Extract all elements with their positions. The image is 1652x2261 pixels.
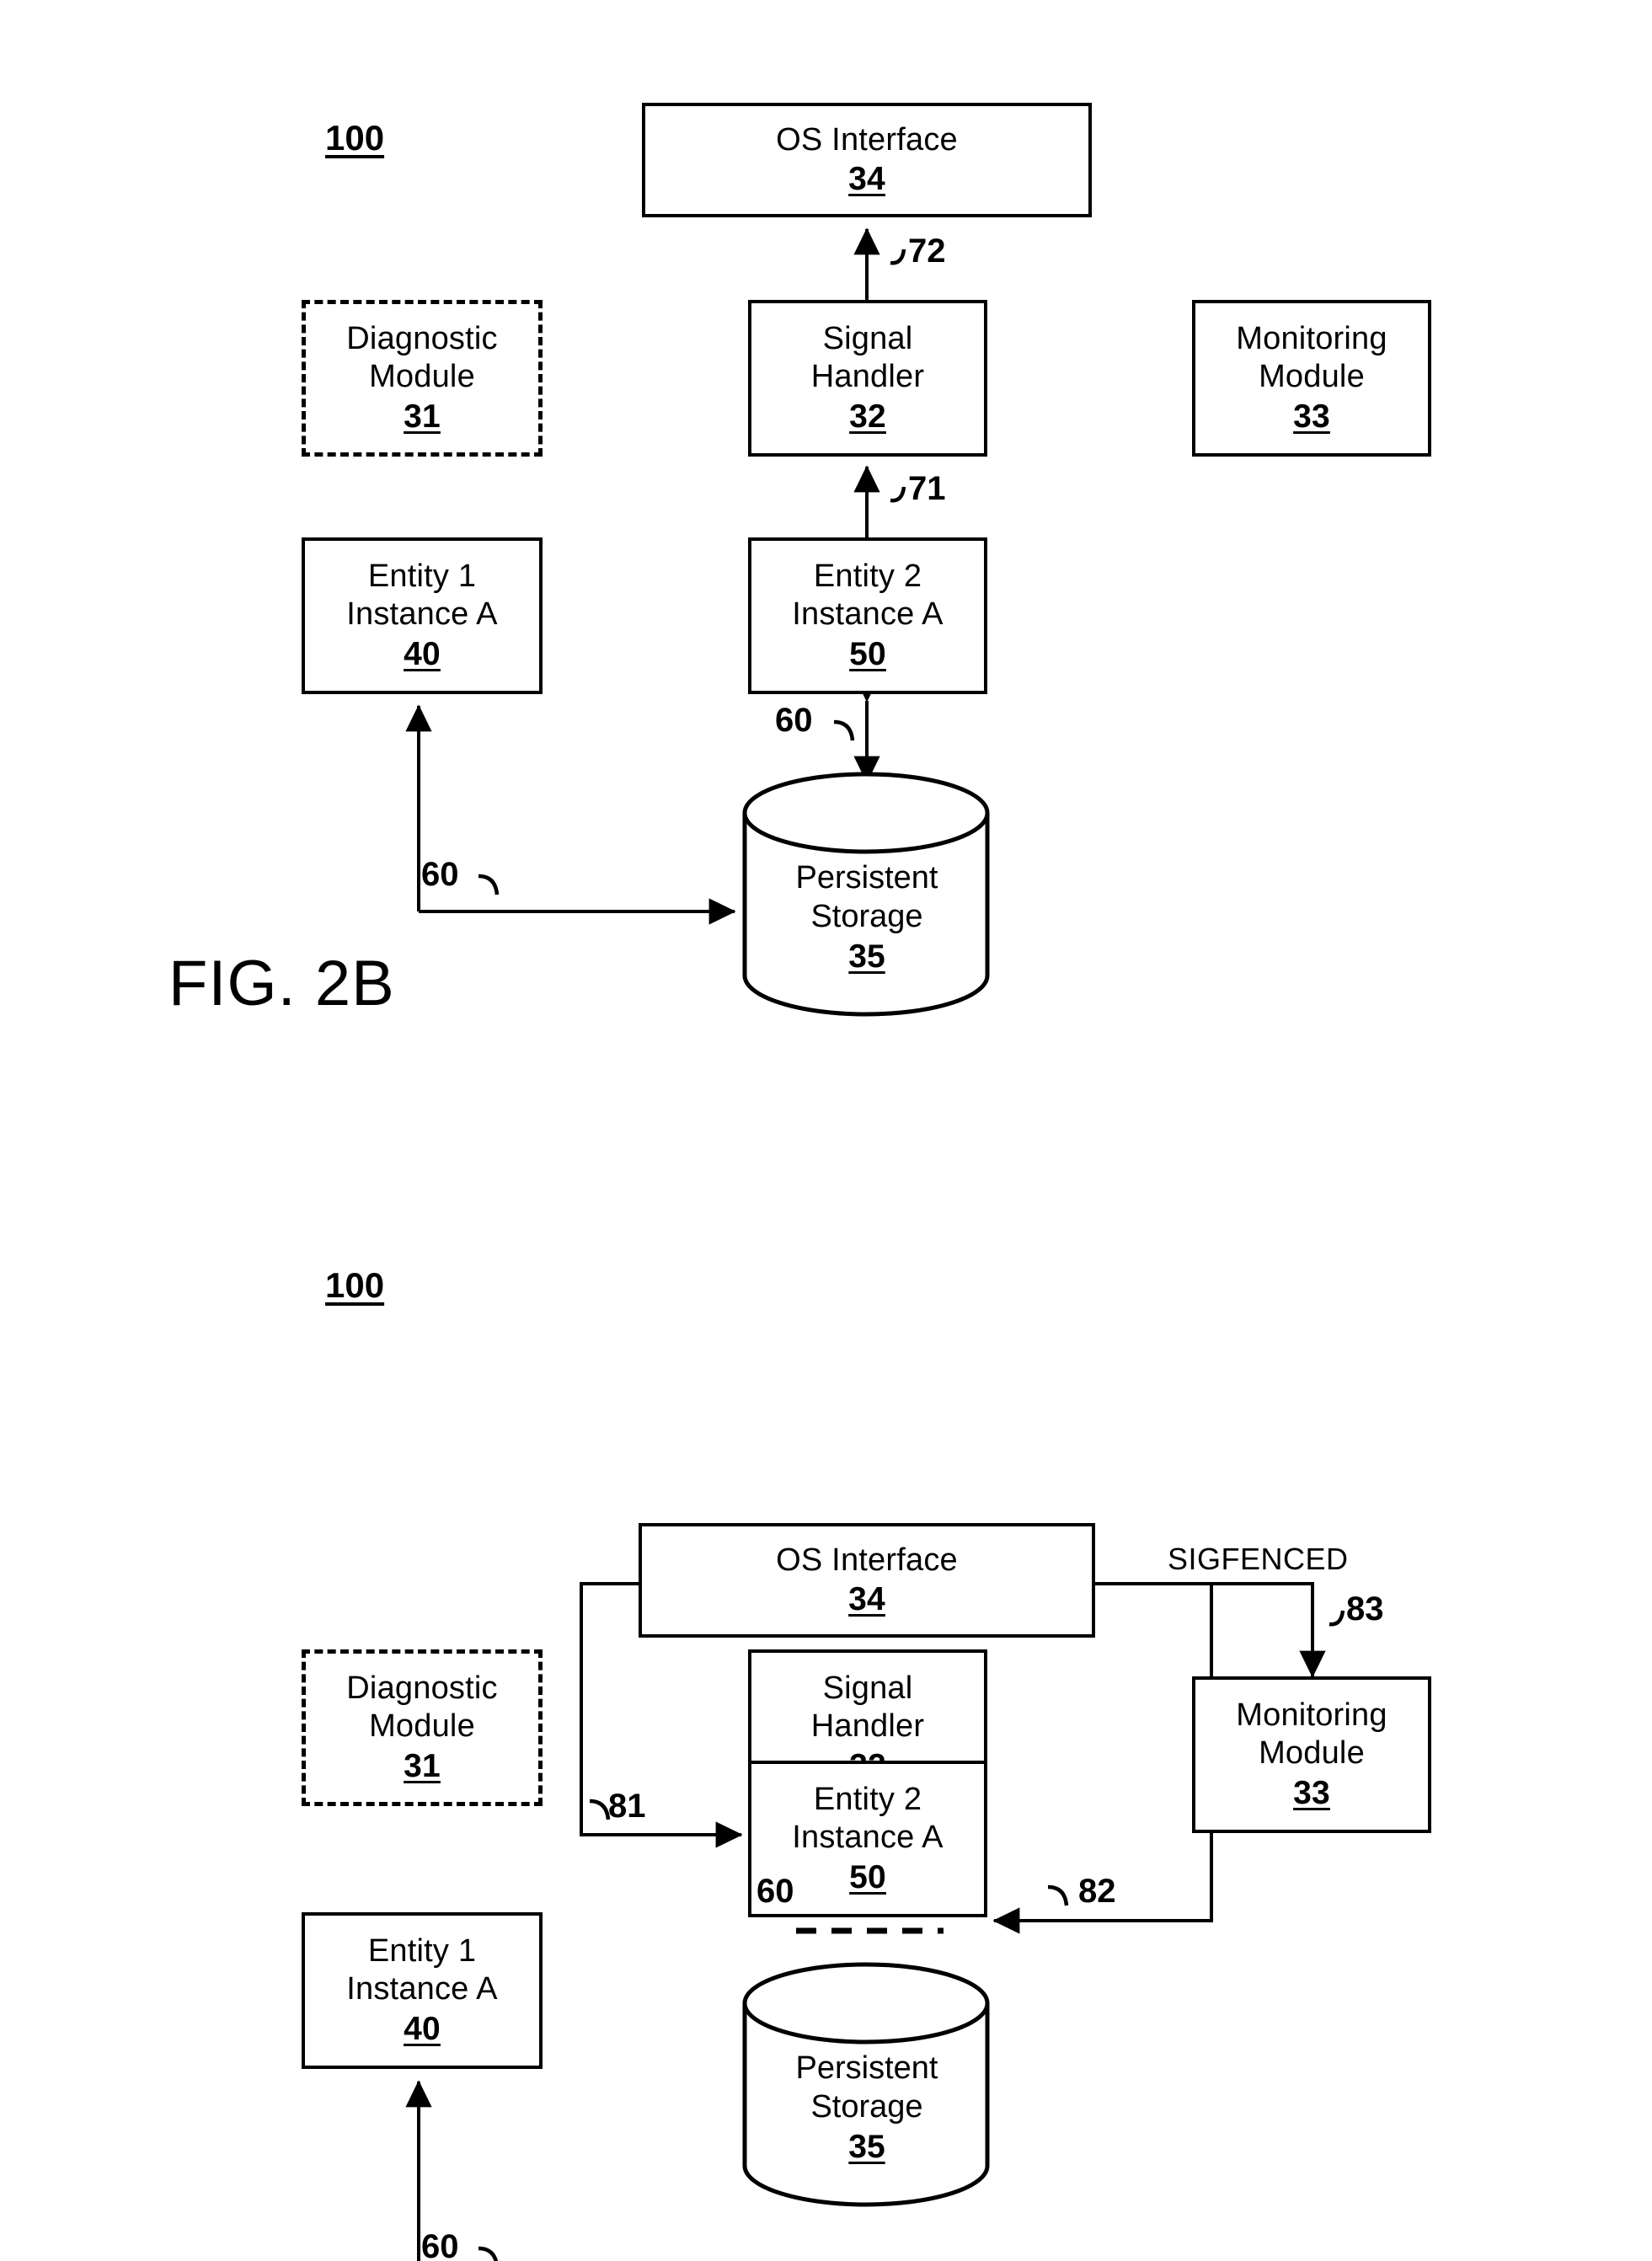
monitoring-module-ref-2c: 33 [1293, 1774, 1330, 1811]
entity1-line1: Entity 1 [367, 559, 477, 595]
node-persistent-storage-2c: Persistent Storage 35 [745, 1965, 989, 2206]
monitoring-module-line2-2c: Module [1259, 1735, 1365, 1771]
system-label-100-2c: 100 [325, 1265, 385, 1305]
figure-caption-2b: FIG. 2B [168, 948, 395, 1019]
entity1-ref: 40 [404, 635, 441, 672]
monitoring-module-ref: 33 [1293, 398, 1330, 435]
node-diagnostic-module: Diagnostic Module 31 [302, 300, 543, 457]
entity2-line1-2c: Entity 2 [813, 1782, 922, 1818]
entity1-line2: Instance A [346, 596, 498, 632]
entity1-line2-2c: Instance A [346, 1970, 498, 2007]
connector-label-72: 72 [908, 233, 946, 270]
system-label-100: 100 [325, 118, 385, 158]
entity1-ref-2c: 40 [404, 2010, 441, 2047]
leader-line-60-entity1 [478, 874, 500, 895]
os-interface-title-2c: OS Interface [776, 1542, 958, 1578]
connector-label-81: 81 [608, 1788, 646, 1825]
leader-line-81 [589, 1799, 611, 1820]
signal-handler-line2-2c: Handler [810, 1708, 925, 1744]
persistent-storage-line1: Persistent [795, 860, 938, 895]
entity2-line2-2c: Instance A [792, 1819, 944, 1855]
node-diagnostic-module-2c: Diagnostic Module 31 [302, 1649, 543, 1806]
monitoring-module-line1: Monitoring [1236, 321, 1387, 357]
connector-label-60-storage-entity1: 60 [421, 856, 459, 893]
signal-handler-ref: 32 [849, 398, 886, 435]
connector-label-60-entity2-fence: 60 [756, 1873, 794, 1910]
node-os-interface: OS Interface 34 [642, 103, 1092, 217]
patent-figure-sheet: 100 OS Interface 34 72 Diagnostic Module… [0, 0, 1652, 2261]
os-interface-ref: 34 [848, 161, 885, 198]
diagnostic-module-line1-2c: Diagnostic [346, 1670, 498, 1707]
persistent-storage-line2-2c: Storage [810, 2088, 923, 2125]
node-monitoring-module-2c: Monitoring Module 33 [1192, 1676, 1431, 1833]
diagnostic-module-line2-2c: Module [369, 1708, 475, 1744]
node-monitoring-module: Monitoring Module 33 [1192, 300, 1431, 457]
leader-line-82 [1047, 1884, 1069, 1906]
figure-2b: 100 OS Interface 34 72 Diagnostic Module… [0, 0, 1652, 1129]
monitoring-module-line2: Module [1259, 358, 1365, 394]
entity2-line1: Entity 2 [813, 559, 922, 595]
connector-os-interface-to-monitoring-module [1092, 1582, 1326, 1678]
signal-handler-line1: Signal [822, 321, 913, 357]
connector-label-71: 71 [908, 470, 946, 507]
entity2-ref: 50 [849, 635, 886, 672]
leader-line-60-entity1-2c [478, 2246, 499, 2261]
diagnostic-module-ref-2c: 31 [404, 1747, 441, 1784]
node-entity2-instance-a: Entity 2 Instance A 50 [748, 537, 987, 694]
node-entity1-instance-a-2c: Entity 1 Instance A 40 [302, 1912, 543, 2069]
node-entity1-instance-a: Entity 1 Instance A 40 [302, 537, 543, 694]
connector-label-60-storage-entity1-2c: 60 [421, 2228, 459, 2261]
leader-line-72 [890, 249, 906, 265]
node-persistent-storage: Persistent Storage 35 [745, 775, 989, 1016]
signal-name-sigfenced: SIGFENCED [1168, 1542, 1349, 1576]
signal-handler-line2: Handler [810, 358, 925, 394]
os-interface-ref-2c: 34 [848, 1581, 885, 1618]
leader-line-71 [890, 486, 906, 503]
diagnostic-module-ref: 31 [404, 398, 441, 435]
entity2-ref-2c: 50 [849, 1858, 886, 1895]
connector-label-60-entity2-storage: 60 [775, 702, 813, 739]
diagnostic-module-line2: Module [369, 358, 475, 394]
persistent-storage-line1-2c: Persistent [795, 2050, 938, 2086]
entity1-line1-2c: Entity 1 [367, 1933, 477, 1970]
node-os-interface-2c: OS Interface 34 [639, 1523, 1095, 1638]
connector-label-83: 83 [1346, 1590, 1384, 1628]
leader-line-60-entity2 [833, 719, 855, 741]
figure-2c: 100 OS Interface 34 SIGFENCED 83 Diagnos… [0, 1129, 1652, 2261]
signal-handler-line1-2c: Signal [822, 1670, 913, 1707]
leader-line-83 [1329, 1610, 1345, 1627]
node-signal-handler: Signal Handler 32 [748, 300, 987, 457]
entity2-line2: Instance A [792, 596, 944, 632]
os-interface-title: OS Interface [776, 121, 958, 158]
monitoring-module-line1-2c: Monitoring [1236, 1697, 1387, 1734]
persistent-storage-ref-2c: 35 [848, 2129, 885, 2166]
diagnostic-module-line1: Diagnostic [346, 321, 498, 357]
persistent-storage-line2: Storage [810, 898, 923, 934]
connector-label-82: 82 [1078, 1873, 1116, 1910]
persistent-storage-ref: 35 [848, 938, 885, 975]
